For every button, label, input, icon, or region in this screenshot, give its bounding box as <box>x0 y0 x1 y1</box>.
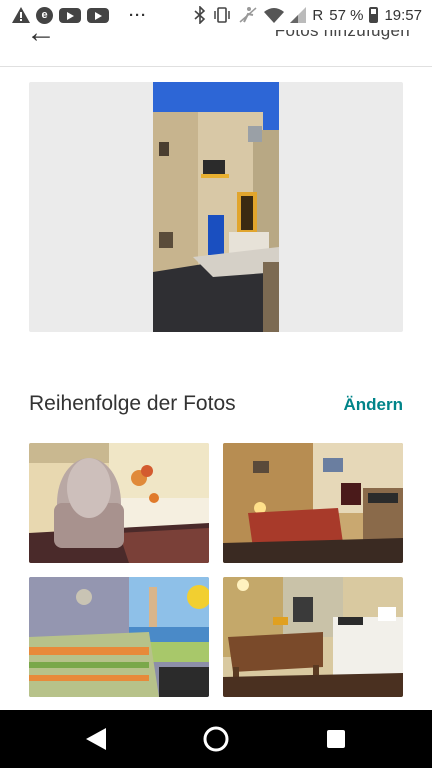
bluetooth-icon <box>194 6 206 24</box>
add-photos-button[interactable]: Fotos hinzufügen <box>275 30 410 41</box>
dining-room-photo[interactable] <box>223 443 403 563</box>
recents-square-icon[interactable] <box>316 710 356 768</box>
youtube-icon <box>87 7 109 23</box>
app-header: ← Fotos hinzufügen <box>0 30 432 67</box>
change-order-button[interactable]: Ändern <box>344 395 404 415</box>
status-bar: e ··· R 57 % 19:57 <box>0 0 432 30</box>
armchair-photo[interactable] <box>29 443 209 563</box>
no-accessibility-icon <box>238 6 258 24</box>
battery-percent: 57 % <box>329 6 364 24</box>
wifi-icon <box>264 7 285 23</box>
arrow-left-icon[interactable]: ← <box>26 30 56 50</box>
warning-icon <box>12 7 30 23</box>
circle-e-icon: e <box>36 6 53 24</box>
clock: 19:57 <box>384 6 422 24</box>
photo-order-title: Reihenfolge der Fotos <box>29 392 236 415</box>
system-nav-bar <box>0 710 432 768</box>
house-photo[interactable] <box>153 82 279 332</box>
signal-icon <box>290 7 307 23</box>
back-triangle-icon[interactable] <box>76 710 116 768</box>
main-photo-frame <box>29 82 403 332</box>
youtube-icon <box>59 7 81 23</box>
vibrate-icon <box>212 6 232 24</box>
bedroom-photo[interactable] <box>29 577 209 697</box>
more-notifications-icon: ··· <box>129 6 147 24</box>
battery-icon <box>369 7 379 23</box>
kitchen-photo[interactable] <box>223 577 403 697</box>
roaming-indicator: R <box>312 6 324 24</box>
home-circle-icon[interactable] <box>196 710 236 768</box>
